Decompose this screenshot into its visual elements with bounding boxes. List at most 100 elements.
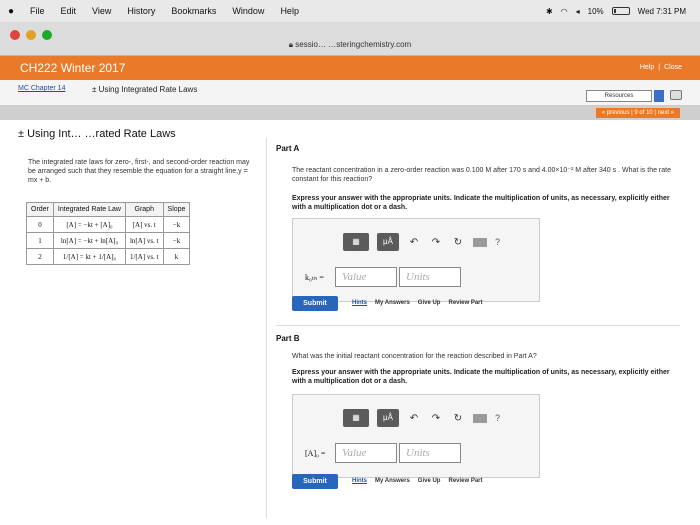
- cell-slope: k: [162, 248, 191, 265]
- cell-slope: −k: [162, 232, 191, 249]
- clock[interactable]: Wed 7:31 PM: [638, 7, 686, 16]
- lock-icon: 🔒︎: [288, 40, 294, 49]
- cell-slope: −k: [162, 216, 191, 233]
- close-link[interactable]: Close: [664, 64, 682, 71]
- breadcrumb-assignment: ± Using Integrated Rate Laws: [92, 85, 198, 94]
- course-title: CH222 Winter 2017: [20, 61, 126, 75]
- cell-order: 1: [26, 232, 54, 249]
- part-b-submit-button[interactable]: Submit: [292, 474, 338, 489]
- page-title: ± Using Int… …rated Rate Laws: [18, 128, 176, 140]
- col-rate-law: Integrated Rate Law: [52, 202, 126, 217]
- address-bar[interactable]: 🔒︎ sessio… …steringchemistry.com: [220, 40, 480, 50]
- chevron-down-icon[interactable]: [654, 90, 664, 102]
- header-links: Help | Close: [639, 64, 682, 71]
- url-text: sessio… …steringchemistry.com: [295, 40, 412, 49]
- table-header-row: Order Integrated Rate Law Graph Slope: [26, 202, 191, 217]
- menu-edit[interactable]: Edit: [53, 6, 85, 16]
- window-controls: [10, 30, 52, 40]
- part-b-units-input[interactable]: Units: [399, 443, 461, 463]
- part-a-submit-button[interactable]: Submit: [292, 296, 338, 311]
- course-header: CH222 Winter 2017 Help | Close: [0, 56, 700, 80]
- cell-rate-law: 1/[A] = kt + 1/[A]₀: [52, 248, 126, 265]
- table-row: 0 [A] = −kt + [A]₀ [A] vs. t −k: [26, 216, 191, 233]
- part-b-value-input[interactable]: Value: [335, 443, 397, 463]
- undo-icon[interactable]: ↶: [407, 413, 421, 424]
- close-window-icon[interactable]: [10, 30, 20, 40]
- part-a-links: Hints My Answers Give Up Review Part: [352, 300, 483, 306]
- part-a-toolbar: ▦ μÅ ↶ ↷ ↻ ?: [343, 233, 500, 251]
- breadcrumb: MC Chapter 14 ± Using Integrated Rate La…: [0, 80, 700, 106]
- bluetooth-icon[interactable]: ✱: [546, 7, 553, 16]
- pager-bar: « previous | 9 of 10 | next »: [0, 106, 700, 120]
- print-icon[interactable]: [670, 90, 682, 100]
- pager[interactable]: « previous | 9 of 10 | next »: [595, 108, 680, 118]
- part-a-answer-box: ▦ μÅ ↶ ↷ ↻ ? k₀ₜₕ = Value Units: [292, 218, 540, 302]
- breadcrumb-chapter[interactable]: MC Chapter 14: [18, 85, 65, 92]
- browser-toolbar: 🔒︎ sessio… …steringchemistry.com: [0, 22, 700, 56]
- minimize-window-icon[interactable]: [26, 30, 36, 40]
- cell-graph: ln[A] vs. t: [124, 232, 164, 249]
- resources-select[interactable]: Resources: [586, 90, 652, 102]
- part-a-label: Part A: [276, 144, 300, 153]
- battery-icon[interactable]: [611, 7, 630, 15]
- help-icon[interactable]: ?: [495, 237, 500, 247]
- part-b-hints-link[interactable]: Hints: [352, 478, 367, 484]
- table-row: 2 1/[A] = kt + 1/[A]₀ 1/[A] vs. t k: [26, 248, 191, 265]
- templates-icon[interactable]: ▦: [343, 409, 369, 427]
- zoom-window-icon[interactable]: [42, 30, 52, 40]
- col-order: Order: [26, 202, 54, 217]
- cell-rate-law: [A] = −kt + [A]₀: [52, 216, 126, 233]
- units-button[interactable]: μÅ: [377, 233, 399, 251]
- menu-window[interactable]: Window: [224, 6, 272, 16]
- cell-rate-law: ln[A] = −kt + ln[A]₀: [52, 232, 126, 249]
- part-a-units-input[interactable]: Units: [399, 267, 461, 287]
- main-content: ± Using Int… …rated Rate Laws The integr…: [0, 120, 700, 525]
- undo-icon[interactable]: ↶: [407, 237, 421, 248]
- apple-icon[interactable]: ●: [0, 6, 22, 17]
- part-a-variable: k₀ₜₕ =: [305, 273, 324, 282]
- part-b-give-up-link[interactable]: Give Up: [418, 478, 441, 484]
- redo-icon[interactable]: ↷: [429, 413, 443, 424]
- part-a-review-link[interactable]: Review Part: [448, 300, 482, 306]
- keyboard-icon[interactable]: [473, 413, 487, 423]
- reset-icon[interactable]: ↻: [451, 237, 465, 248]
- part-b-review-link[interactable]: Review Part: [448, 478, 482, 484]
- part-a-give-up-link[interactable]: Give Up: [418, 300, 441, 306]
- help-icon[interactable]: ?: [495, 413, 500, 423]
- part-b-my-answers-link[interactable]: My Answers: [375, 478, 410, 484]
- units-button[interactable]: μÅ: [377, 409, 399, 427]
- part-b-links: Hints My Answers Give Up Review Part: [352, 478, 483, 484]
- menu-file[interactable]: File: [22, 6, 53, 16]
- part-b-label: Part B: [276, 334, 300, 343]
- part-a-value-input[interactable]: Value: [335, 267, 397, 287]
- volume-icon[interactable]: ◂: [576, 7, 580, 16]
- part-b-variable: [A]₀ =: [305, 449, 326, 458]
- part-b-question: What was the initial reactant concentrat…: [292, 353, 537, 360]
- redo-icon[interactable]: ↷: [429, 237, 443, 248]
- menu-view[interactable]: View: [84, 6, 119, 16]
- part-b-toolbar: ▦ μÅ ↶ ↷ ↻ ?: [343, 409, 500, 427]
- part-a-instruction: Express your answer with the appropriate…: [292, 195, 670, 211]
- part-a-hints-link[interactable]: Hints: [352, 300, 367, 306]
- keyboard-icon[interactable]: [473, 237, 487, 247]
- menu-bar: ● File Edit View History Bookmarks Windo…: [0, 0, 700, 22]
- table-row: 1 ln[A] = −kt + ln[A]₀ ln[A] vs. t −k: [26, 232, 191, 249]
- templates-icon[interactable]: ▦: [343, 233, 369, 251]
- wifi-icon[interactable]: ◠: [561, 7, 568, 16]
- menu-help[interactable]: Help: [272, 6, 307, 16]
- part-a-my-answers-link[interactable]: My Answers: [375, 300, 410, 306]
- reset-icon[interactable]: ↻: [451, 413, 465, 424]
- rate-law-table: Order Integrated Rate Law Graph Slope 0 …: [26, 202, 191, 265]
- intro-text: The integrated rate laws for zero-, firs…: [28, 159, 250, 184]
- part-separator: [276, 325, 680, 326]
- help-link[interactable]: Help: [640, 64, 654, 71]
- menu-history[interactable]: History: [119, 6, 163, 16]
- cell-order: 2: [26, 248, 54, 265]
- menu-bookmarks[interactable]: Bookmarks: [163, 6, 224, 16]
- column-divider: [266, 138, 267, 518]
- cell-graph: 1/[A] vs. t: [124, 248, 164, 265]
- part-b-instruction: Express your answer with the appropriate…: [292, 369, 670, 385]
- status-area: ✱ ◠ ◂ 10% Wed 7:31 PM: [546, 7, 700, 16]
- cell-graph: [A] vs. t: [124, 216, 164, 233]
- col-graph: Graph: [124, 202, 164, 217]
